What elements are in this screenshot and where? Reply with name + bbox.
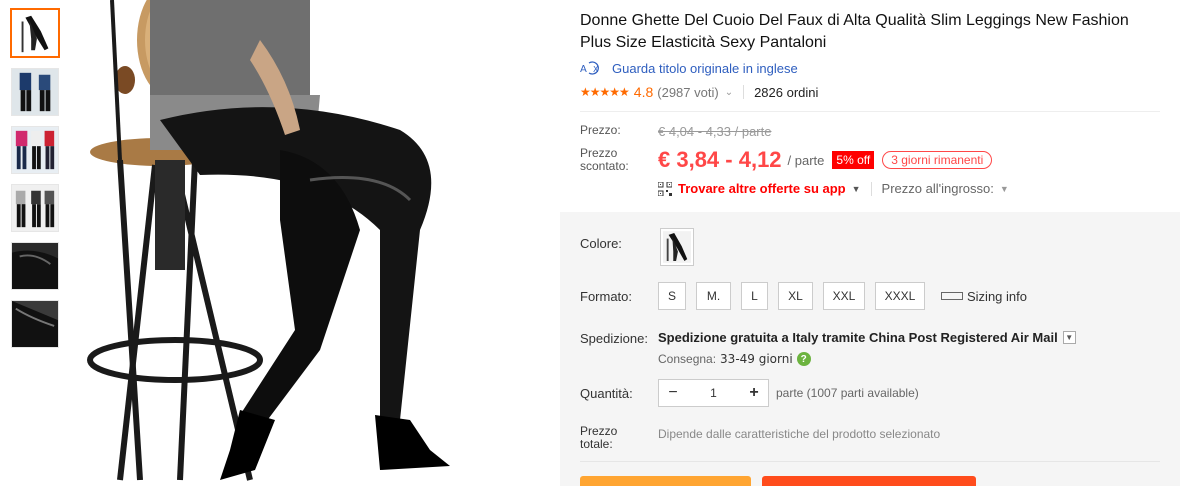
caret-down-icon[interactable]: ▼ <box>852 184 861 194</box>
quantity-label: Quantità: <box>580 386 633 401</box>
svg-text:X: X <box>593 65 599 74</box>
size-option[interactable]: XXL <box>823 282 865 310</box>
chevron-down-icon[interactable]: ⌄ <box>725 87 733 98</box>
shipping-label: Spedizione: <box>580 331 648 346</box>
quantity-input[interactable]: 1 <box>710 386 717 400</box>
divider <box>870 181 872 196</box>
translate-icon: AX <box>580 60 602 76</box>
minus-icon[interactable]: − <box>659 380 687 406</box>
divider <box>580 111 1160 112</box>
shipping-text[interactable]: Spedizione gratuita a Italy tramite Chin… <box>658 330 1058 345</box>
caret-down-icon[interactable]: ▼ <box>1000 184 1009 194</box>
discounted-price: € 3,84 - 4,12 <box>658 147 782 172</box>
size-option[interactable]: XL <box>778 282 813 310</box>
rating-votes[interactable]: (2987 voti) <box>657 85 718 100</box>
product-info-panel: Donne Ghette Del Cuoio Del Faux di Alta … <box>560 0 1180 486</box>
size-options: S M. L XL XXL XXXL Sizing info <box>658 282 1027 310</box>
size-option[interactable]: L <box>741 282 768 310</box>
divider <box>580 461 1160 462</box>
days-left-badge: 3 giorni rimanenti <box>882 151 993 169</box>
size-option[interactable]: XXXL <box>875 282 925 310</box>
color-swatch[interactable] <box>660 228 694 266</box>
shipping-selector[interactable]: Spedizione gratuita a Italy tramite Chin… <box>658 330 1076 345</box>
original-title-link[interactable]: AX Guarda titolo originale in inglese <box>580 60 798 76</box>
total-price-note: Dipende dalle caratteristiche del prodot… <box>658 427 941 441</box>
chevron-down-icon[interactable]: ▼ <box>1062 331 1076 344</box>
thumbnail-6[interactable] <box>11 300 59 348</box>
thumbnail-3[interactable] <box>11 126 59 174</box>
rating-stars: ★★★★★ <box>580 85 630 99</box>
discount-badge: 5% off <box>832 151 875 169</box>
quantity-stepper: − 1 + <box>658 379 769 407</box>
help-icon[interactable]: ? <box>796 352 811 366</box>
total-price-label: Prezzo totale: <box>580 424 618 451</box>
price-block: Prezzo: € 4,04 - 4,33 / parte Prezzo sco… <box>580 124 1160 196</box>
original-price: € 4,04 - 4,33 / parte <box>658 124 772 139</box>
app-offers-link[interactable]: Trovare altre offerte su app <box>678 181 846 196</box>
original-title-text[interactable]: Guarda titolo originale in inglese <box>612 61 798 76</box>
size-option[interactable]: M. <box>696 282 731 310</box>
purchase-options: Colore: Formato: S M. L XL XXL XXXL Sizi… <box>560 212 1180 486</box>
sizing-info-text[interactable]: Sizing info <box>967 289 1027 304</box>
main-product-image[interactable] <box>80 0 550 486</box>
ruler-icon <box>941 292 963 300</box>
thumbnail-list <box>10 8 62 358</box>
divider <box>743 85 745 99</box>
svg-text:A: A <box>580 64 587 75</box>
size-option[interactable]: S <box>658 282 686 310</box>
delivery-info: Consegna: 33-49 giorni ? <box>658 352 811 366</box>
wholesale-price-link[interactable]: Prezzo all'ingrosso: <box>882 181 994 196</box>
qr-code-icon <box>657 181 673 196</box>
sizing-info-link[interactable]: Sizing info <box>941 289 1027 304</box>
size-label: Formato: <box>580 289 633 304</box>
rating-row: ★★★★★ 4.8 (2987 voti) ⌄ 2826 ordini <box>580 84 818 100</box>
thumbnail-5[interactable] <box>11 242 59 290</box>
product-title: Donne Ghette Del Cuoio Del Faux di Alta … <box>580 12 1129 51</box>
delivery-time: 33-49 giorni <box>720 352 793 366</box>
quantity-note: parte (1007 parti available) <box>776 386 919 400</box>
discounted-price-label: Prezzo scontato: <box>580 146 629 173</box>
color-label: Colore: <box>580 236 622 251</box>
rating-score: 4.8 <box>633 84 654 100</box>
thumbnail-1[interactable] <box>10 8 60 58</box>
price-unit: / parte <box>787 152 825 168</box>
buy-now-button[interactable] <box>580 476 751 486</box>
delivery-label: Consegna: <box>658 352 717 366</box>
plus-icon[interactable]: + <box>740 380 768 406</box>
thumbnail-4[interactable] <box>11 184 59 232</box>
orders-count: 2826 ordini <box>754 84 819 100</box>
thumbnail-2[interactable] <box>11 68 59 116</box>
add-to-cart-button[interactable] <box>762 476 976 486</box>
price-label: Prezzo: <box>580 123 621 137</box>
